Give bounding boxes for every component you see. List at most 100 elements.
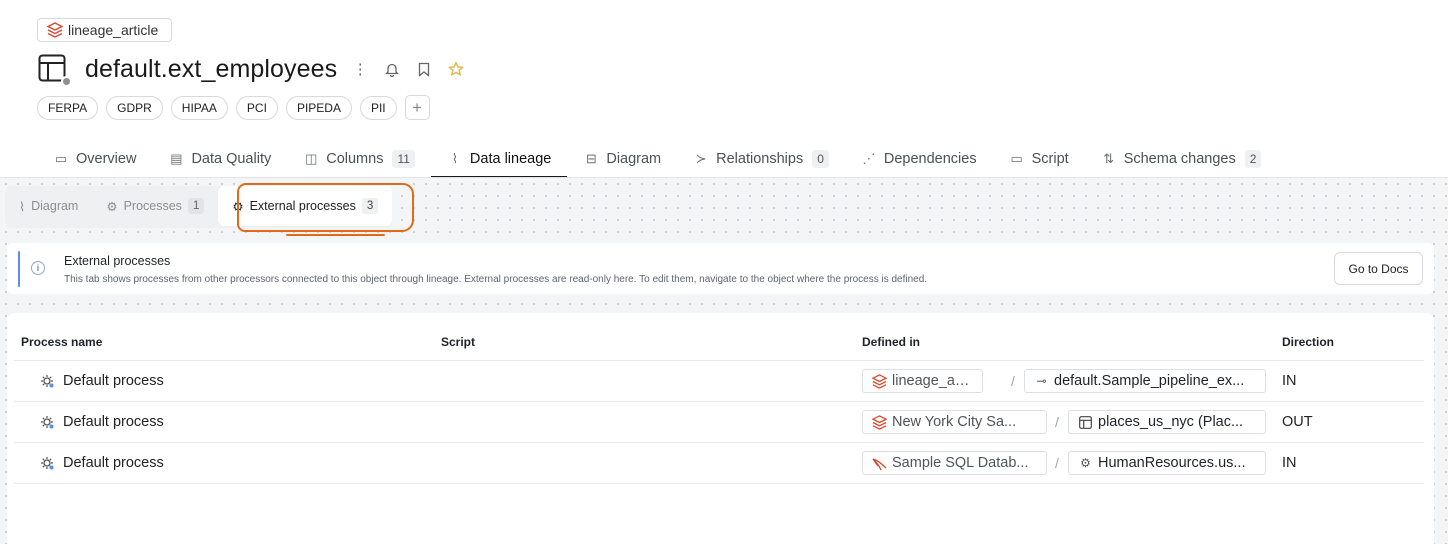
- star-icon[interactable]: [447, 60, 465, 78]
- process-icon: [40, 456, 54, 470]
- tab-label: Schema changes: [1123, 150, 1236, 167]
- info-banner: i External processes This tab shows proc…: [7, 243, 1434, 294]
- columns-icon: ◫: [305, 150, 318, 166]
- breadcrumb[interactable]: lineage_article: [37, 18, 173, 42]
- path-separator: /: [1055, 414, 1059, 430]
- gear-icon: ⚙: [232, 199, 244, 214]
- script-icon: ▭: [1010, 150, 1023, 166]
- tab-data-lineage[interactable]: ⌇ Data lineage: [430, 139, 568, 178]
- subtab-label: Processes: [123, 199, 182, 213]
- relationships-icon: ≻: [695, 150, 707, 166]
- tab-label: Data lineage: [469, 150, 552, 167]
- tag[interactable]: HIPAA: [170, 95, 228, 120]
- object-label: places_us_nyc (Plac...: [1098, 414, 1244, 430]
- database-icon: [46, 22, 64, 38]
- defined-in-object-chip[interactable]: ⊸ default.Sample_pipeline_ex...: [1024, 369, 1266, 393]
- defined-in-source-chip[interactable]: New York City Sa...: [862, 410, 1047, 434]
- process-icon: [40, 415, 54, 429]
- bell-icon[interactable]: [383, 60, 401, 78]
- info-icon: i: [31, 261, 45, 275]
- tab-count: 0: [812, 149, 829, 168]
- tag[interactable]: GDPR: [106, 95, 163, 120]
- column-header-script[interactable]: Script: [441, 335, 475, 349]
- table-row[interactable]: Default process Sample SQL Datab... / ⚙ …: [14, 442, 1424, 484]
- gear-icon: ⚙: [106, 199, 118, 214]
- dependencies-icon: ⋰: [862, 150, 876, 166]
- data-quality-icon: ▤: [170, 150, 183, 166]
- go-to-docs-button[interactable]: Go to Docs: [1334, 252, 1423, 285]
- tag[interactable]: PCI: [235, 95, 278, 120]
- source-label: Sample SQL Datab...: [892, 455, 1029, 471]
- process-name[interactable]: Default process: [63, 414, 164, 430]
- overview-icon: ▭: [54, 150, 68, 166]
- tab-schema-changes[interactable]: ⇅ Schema changes 2: [1085, 139, 1278, 178]
- more-icon[interactable]: ⋮: [351, 60, 369, 78]
- table-row[interactable]: Default process lineage_article / ⊸ defa…: [14, 360, 1424, 401]
- defined-in-source-chip[interactable]: Sample SQL Datab...: [862, 451, 1047, 475]
- database-icon: [872, 373, 887, 389]
- tab-label: Data Quality: [191, 150, 272, 167]
- process-name[interactable]: Default process: [63, 373, 164, 389]
- info-title: External processes: [64, 254, 171, 268]
- subtab-external-processes[interactable]: ⚙ External processes 3: [218, 186, 393, 226]
- subtab-label: Diagram: [31, 199, 79, 213]
- sub-tabs: ⌇ Diagram ⚙ Processes 1 ⚙ External processes…: [5, 186, 393, 228]
- subtab-label: External processes: [249, 199, 356, 213]
- highlight-underline: [286, 234, 385, 236]
- tag[interactable]: PII: [359, 95, 397, 120]
- object-label: HumanResources.us...: [1098, 455, 1246, 471]
- tab-label: Dependencies: [883, 150, 977, 167]
- tab-label: Columns: [326, 150, 384, 167]
- tab-columns[interactable]: ◫ Columns 11: [287, 139, 431, 178]
- tab-overview[interactable]: ▭ Overview: [37, 139, 152, 178]
- source-label: New York City Sa...: [892, 414, 1017, 430]
- database-icon: [872, 414, 887, 430]
- tab-relationships[interactable]: ≻ Relationships 0: [677, 139, 845, 178]
- column-header-direction[interactable]: Direction: [1282, 335, 1334, 349]
- direction: IN: [1282, 373, 1297, 389]
- tab-label: Relationships: [716, 150, 804, 167]
- defined-in-source-chip[interactable]: lineage_article: [862, 369, 983, 393]
- process-name[interactable]: Default process: [63, 455, 164, 471]
- sql-server-icon: [872, 456, 887, 471]
- add-tag-button[interactable]: +: [404, 95, 430, 120]
- tab-script[interactable]: ▭ Script: [993, 139, 1085, 178]
- subtab-diagram[interactable]: ⌇ Diagram: [5, 186, 92, 226]
- external-processes-table: Process name Script Defined in Direction…: [7, 313, 1434, 544]
- table-icon: [1078, 415, 1093, 430]
- source-label: lineage_article: [892, 373, 973, 389]
- pipeline-icon: ⊸: [1036, 374, 1047, 388]
- direction: IN: [1282, 455, 1297, 471]
- table-row[interactable]: Default process New York City Sa... / pl…: [14, 401, 1424, 442]
- tab-count: 11: [392, 149, 415, 168]
- path-separator: /: [1011, 373, 1015, 389]
- defined-in-object-chip[interactable]: places_us_nyc (Plac...: [1068, 410, 1266, 434]
- main-tabs: ▭ Overview ▤ Data Quality ◫ Columns 11 ⌇ Data…: [37, 139, 1277, 178]
- breadcrumb-label: lineage_article: [68, 22, 159, 38]
- tab-diagram[interactable]: ⊟ Diagram: [567, 139, 677, 178]
- column-header-defined-in[interactable]: Defined in: [862, 335, 920, 349]
- tab-dependencies[interactable]: ⋰ Dependencies: [845, 139, 993, 178]
- tag[interactable]: FERPA: [37, 95, 99, 120]
- bookmark-icon[interactable]: [415, 60, 433, 78]
- subtab-processes[interactable]: ⚙ Processes 1: [92, 186, 218, 226]
- path-separator: /: [1055, 455, 1059, 471]
- column-header-process-name[interactable]: Process name: [21, 335, 102, 349]
- schema-changes-icon: ⇅: [1103, 150, 1115, 166]
- object-label: default.Sample_pipeline_ex...: [1054, 373, 1245, 389]
- subtab-count: 3: [361, 198, 379, 214]
- table-icon: [38, 54, 72, 87]
- defined-in-object-chip[interactable]: ⚙ HumanResources.us...: [1068, 451, 1266, 475]
- tab-label: Diagram: [606, 150, 662, 167]
- gear-icon: ⚙: [1080, 456, 1091, 470]
- tag-list: FERPA GDPR HIPAA PCI PIPEDA PII +: [37, 95, 430, 120]
- lineage-icon: ⌇: [451, 150, 459, 166]
- info-text: This tab shows processes from other proc…: [64, 274, 928, 285]
- tab-label: Overview: [76, 150, 137, 167]
- subtab-count: 1: [187, 198, 205, 214]
- process-icon: [40, 374, 54, 388]
- tab-label: Script: [1031, 150, 1069, 167]
- tag[interactable]: PIPEDA: [285, 95, 352, 120]
- tab-data-quality[interactable]: ▤ Data Quality: [152, 139, 287, 178]
- tab-count: 2: [1244, 149, 1262, 168]
